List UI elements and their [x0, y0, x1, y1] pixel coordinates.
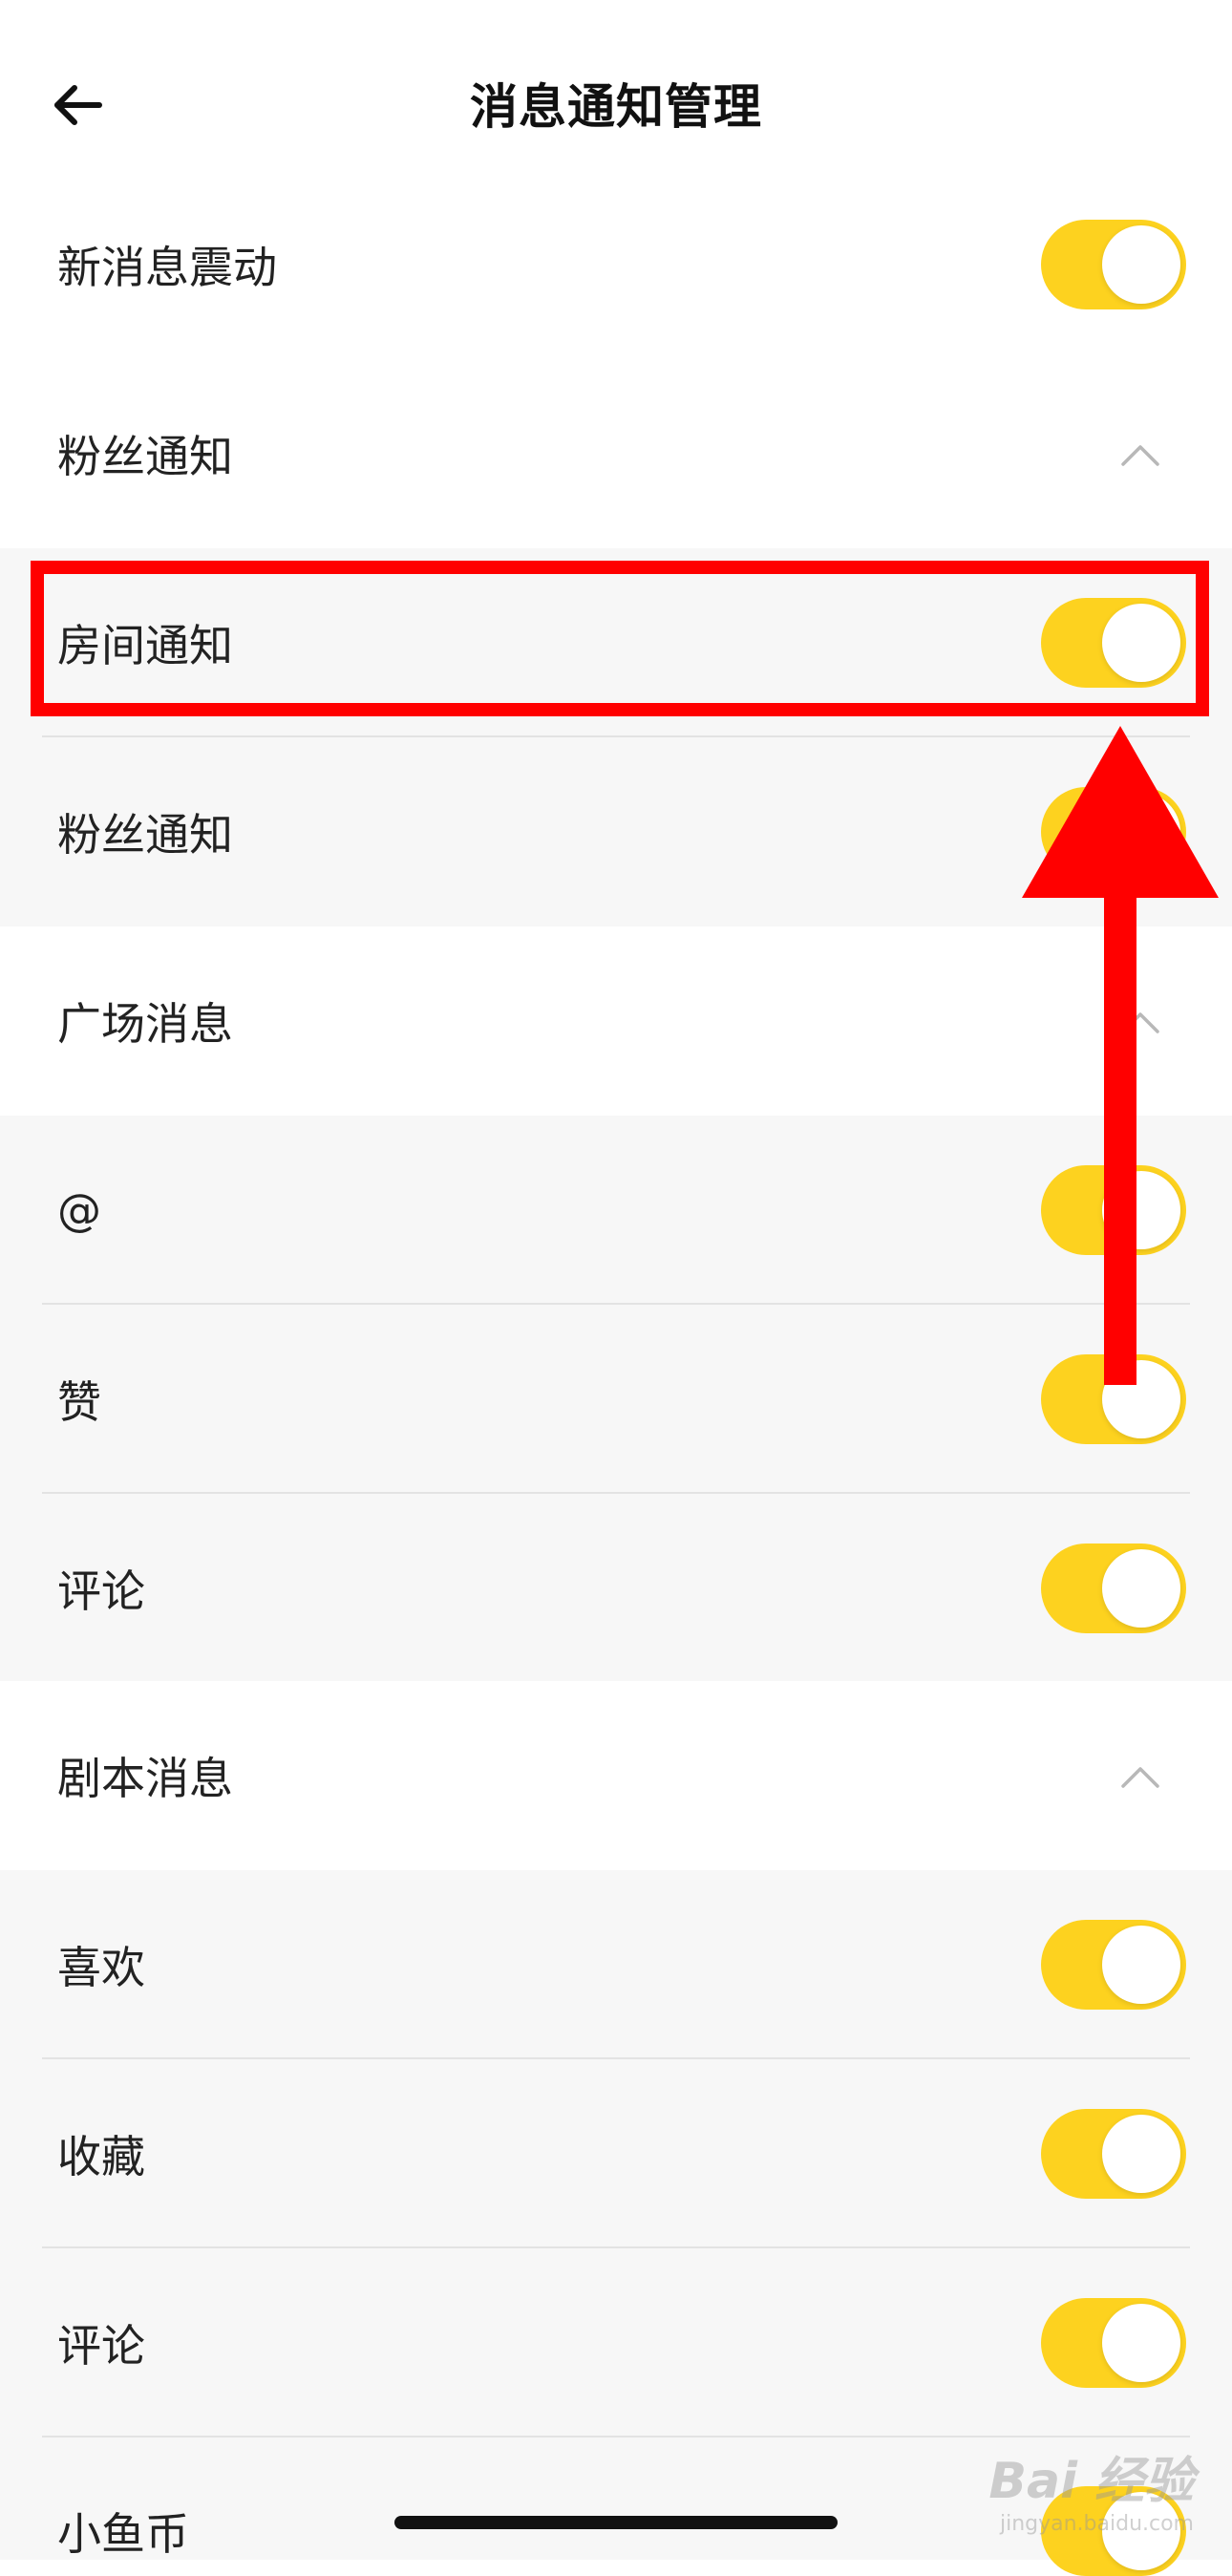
like-toggle[interactable] [1041, 1354, 1186, 1444]
setting-label-vibrate: 新消息震动 [57, 242, 277, 293]
setting-label-collect: 收藏 [57, 2131, 145, 2182]
section-header-script[interactable]: 剧本消息 [0, 1681, 1232, 1870]
toggle-knob [1102, 1171, 1180, 1249]
chevron-up-icon [1121, 1767, 1159, 1788]
setting-row-like: 赞 [0, 1305, 1232, 1494]
chevron-up-icon [1121, 1012, 1159, 1033]
favor-toggle[interactable] [1041, 1920, 1186, 2010]
watermark-brand: Bai 经验 [988, 2453, 1194, 2510]
fans-notice-toggle[interactable] [1041, 787, 1186, 877]
watermark-url: jingyan.baidu.com [999, 2512, 1194, 2536]
at-toggle[interactable] [1041, 1165, 1186, 1255]
toggle-knob [1102, 1926, 1180, 2004]
setting-label-like: 赞 [57, 1376, 101, 1428]
setting-row-favor: 喜欢 [0, 1870, 1232, 2059]
script-comment-toggle[interactable] [1041, 2298, 1186, 2388]
setting-row-comment: 评论 [0, 1494, 1232, 1683]
setting-row-vibrate: 新消息震动 [0, 170, 1232, 359]
setting-label-fish-coin: 小鱼币 [57, 2508, 189, 2560]
toggle-knob [1102, 2304, 1180, 2382]
toggle-knob [1102, 2115, 1180, 2193]
section-label-fans: 粉丝通知 [57, 431, 233, 482]
setting-label-fans-notice: 粉丝通知 [57, 809, 233, 861]
setting-label-comment: 评论 [57, 1565, 145, 1617]
toggle-knob [1102, 225, 1180, 304]
toggle-knob [1102, 1360, 1180, 1438]
home-indicator[interactable] [394, 2516, 838, 2529]
baidu-jingyan-watermark: Bai 经验 jingyan.baidu.com [988, 2440, 1194, 2536]
collect-toggle[interactable] [1041, 2109, 1186, 2199]
setting-row-collect: 收藏 [0, 2059, 1232, 2248]
toggle-knob [1102, 793, 1180, 871]
comment-toggle[interactable] [1041, 1543, 1186, 1633]
setting-label-script-comment: 评论 [57, 2320, 145, 2372]
vibrate-toggle[interactable] [1041, 220, 1186, 309]
section-header-square[interactable]: 广场消息 [0, 926, 1232, 1116]
setting-row-script-comment: 评论 [0, 2248, 1232, 2438]
section-label-square: 广场消息 [57, 998, 233, 1050]
setting-label-at: @ [57, 1184, 101, 1236]
setting-row-fans-notice: 粉丝通知 [0, 737, 1232, 926]
setting-label-favor: 喜欢 [57, 1942, 145, 1993]
setting-row-at: @ [0, 1116, 1232, 1305]
toggle-knob [1102, 1549, 1180, 1628]
page-title: 消息通知管理 [470, 79, 762, 135]
section-header-fans[interactable]: 粉丝通知 [0, 359, 1232, 548]
chevron-up-icon [1121, 445, 1159, 466]
setting-label-room-notice: 房间通知 [57, 620, 233, 671]
section-label-script: 剧本消息 [57, 1753, 233, 1804]
setting-row-room-notice: 房间通知 [0, 548, 1232, 737]
room-notice-toggle[interactable] [1041, 598, 1186, 688]
toggle-knob [1102, 604, 1180, 682]
